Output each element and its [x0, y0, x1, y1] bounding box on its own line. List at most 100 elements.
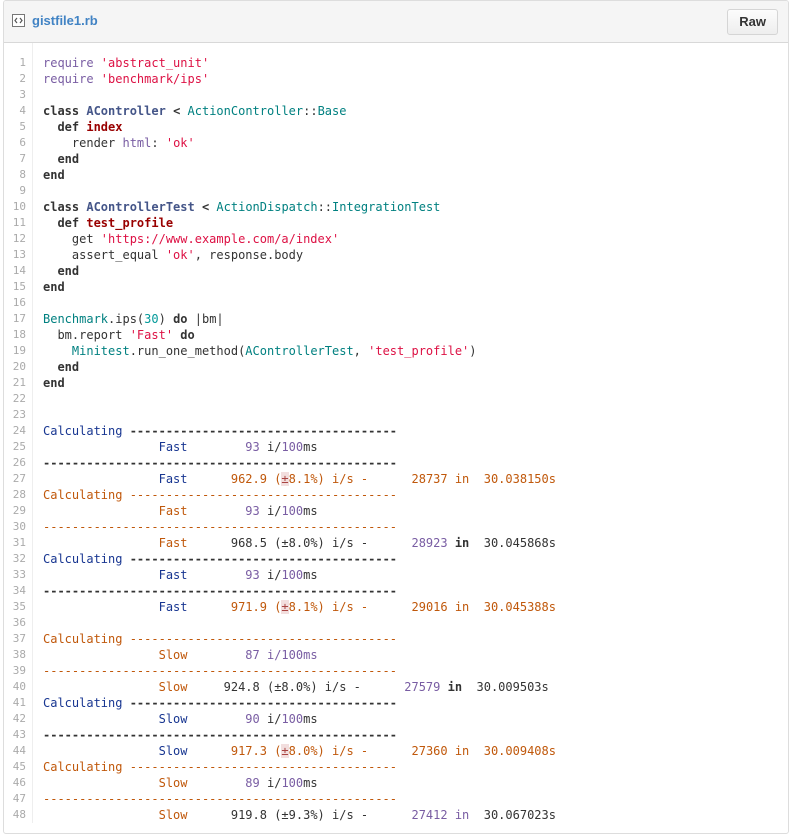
line-number[interactable]: 44 — [4, 743, 26, 759]
line-number[interactable]: 18 — [4, 327, 26, 343]
line-number[interactable]: 9 — [4, 183, 26, 199]
code-view: 1 require 'abstract_unit' 2 require 'benchm… — [4, 43, 788, 823]
line-number[interactable]: 15 — [4, 279, 26, 295]
code-line: 18 bm.report 'Fast' do — [4, 327, 788, 343]
line-number[interactable]: 24 — [4, 423, 26, 439]
line-number[interactable]: 46 — [4, 775, 26, 791]
line-number[interactable]: 38 — [4, 647, 26, 663]
line-number[interactable]: 2 — [4, 71, 26, 87]
code-token: .run_one_method( — [129, 344, 246, 358]
code-token: test_profile — [86, 216, 174, 230]
line-number[interactable]: 47 — [4, 791, 26, 807]
code-line: 26 --------------------------------------… — [4, 455, 788, 471]
line-number[interactable]: 34 — [4, 583, 26, 599]
code-token: ActionDispatch — [216, 200, 318, 214]
code-token: < — [194, 200, 217, 214]
line-number[interactable]: 6 — [4, 135, 26, 151]
code-token: ± — [281, 744, 289, 758]
line-number[interactable]: 22 — [4, 391, 26, 407]
code-token: 'test_profile' — [368, 344, 470, 358]
code-text: end — [43, 359, 79, 375]
line-number[interactable]: 30 — [4, 519, 26, 535]
code-text: Slow 90 i/100ms — [43, 711, 318, 727]
code-token: ----------------------------------------… — [43, 728, 398, 742]
code-text: Benchmark.ips(30) do |bm| — [43, 311, 224, 327]
line-number[interactable]: 45 — [4, 759, 26, 775]
line-number[interactable]: 39 — [4, 663, 26, 679]
line-number[interactable]: 13 — [4, 247, 26, 263]
code-token: end — [43, 152, 80, 166]
code-token: end — [43, 264, 80, 278]
line-number[interactable]: 25 — [4, 439, 26, 455]
code-token: Calculating — [43, 760, 130, 774]
code-token: Slow — [43, 712, 188, 726]
code-token: Slow — [43, 776, 188, 790]
line-number[interactable]: 3 — [4, 87, 26, 103]
code-token: ------------------------------------- — [129, 488, 398, 502]
line-number[interactable]: 35 — [4, 599, 26, 615]
line-number[interactable]: 28 — [4, 487, 26, 503]
line-number[interactable]: 43 — [4, 727, 26, 743]
code-line: 25 Fast 93 i/100ms — [4, 439, 788, 455]
line-number[interactable]: 37 — [4, 631, 26, 647]
raw-button[interactable]: Raw — [727, 9, 778, 35]
line-number[interactable]: 21 — [4, 375, 26, 391]
code-line: 12 get 'https://www.example.com/a/index' — [4, 231, 788, 247]
line-number[interactable]: 31 — [4, 535, 26, 551]
code-line: 13 assert_equal 'ok', response.body — [4, 247, 788, 263]
code-token: 'ok' — [165, 136, 195, 150]
code-text: Calculating ----------------------------… — [43, 631, 397, 647]
code-token: ----------------------------------------… — [43, 520, 398, 534]
line-number[interactable]: 19 — [4, 343, 26, 359]
line-number[interactable]: 20 — [4, 359, 26, 375]
code-token: Slow — [43, 648, 188, 662]
line-number[interactable]: 5 — [4, 119, 26, 135]
code-line: 30 --------------------------------------… — [4, 519, 788, 535]
code-token: 28923 — [368, 536, 455, 550]
line-number[interactable]: 23 — [4, 407, 26, 423]
code-line: 44 Slow 917.3 (±8.0%) i/s - 27360 in 30.… — [4, 743, 788, 759]
line-number[interactable]: 4 — [4, 103, 26, 119]
code-token: 100 — [281, 776, 304, 790]
line-number[interactable]: 29 — [4, 503, 26, 519]
line-number[interactable]: 14 — [4, 263, 26, 279]
line-number[interactable]: 42 — [4, 711, 26, 727]
line-number[interactable]: 7 — [4, 151, 26, 167]
code-token: ------------------------------------- — [129, 552, 398, 566]
line-number[interactable]: 41 — [4, 695, 26, 711]
code-token: , — [353, 344, 369, 358]
code-line: 34 --------------------------------------… — [4, 583, 788, 599]
line-number[interactable]: 40 — [4, 679, 26, 695]
line-number[interactable]: 10 — [4, 199, 26, 215]
code-token: end — [43, 280, 65, 294]
line-number[interactable]: 16 — [4, 295, 26, 311]
code-line: 3 — [4, 87, 788, 103]
line-number[interactable]: 11 — [4, 215, 26, 231]
code-text: def test_profile — [43, 215, 173, 231]
line-number[interactable]: 26 — [4, 455, 26, 471]
line-number[interactable]: 27 — [4, 471, 26, 487]
file-name-link[interactable]: gistfile1.rb — [32, 12, 98, 30]
code-token: 27360 in — [368, 744, 484, 758]
code-token: Fast — [43, 536, 188, 550]
line-number[interactable]: 1 — [4, 55, 26, 71]
code-token: ms — [303, 568, 318, 582]
line-number[interactable]: 17 — [4, 311, 26, 327]
code-token: assert_equal — [43, 248, 166, 262]
code-text: Calculating ----------------------------… — [43, 423, 397, 439]
code-token: 30.045388s — [483, 600, 556, 614]
code-text: get 'https://www.example.com/a/index' — [43, 231, 339, 247]
code-token: ) — [469, 344, 477, 358]
code-line: 20 end — [4, 359, 788, 375]
line-number[interactable]: 8 — [4, 167, 26, 183]
line-number[interactable]: 32 — [4, 551, 26, 567]
code-token: ----------------------------------------… — [43, 456, 398, 470]
line-number[interactable]: 36 — [4, 615, 26, 631]
code-token: 924.8 (±8.0%) i/s - — [187, 680, 361, 694]
line-number[interactable]: 12 — [4, 231, 26, 247]
code-text: Fast 968.5 (±8.0%) i/s - 28923 in 30.045… — [43, 535, 556, 551]
line-number[interactable]: 33 — [4, 567, 26, 583]
code-token: Fast — [43, 568, 188, 582]
code-text: Slow 924.8 (±8.0%) i/s - 27579 in 30.009… — [43, 679, 549, 695]
line-number[interactable]: 48 — [4, 807, 26, 823]
